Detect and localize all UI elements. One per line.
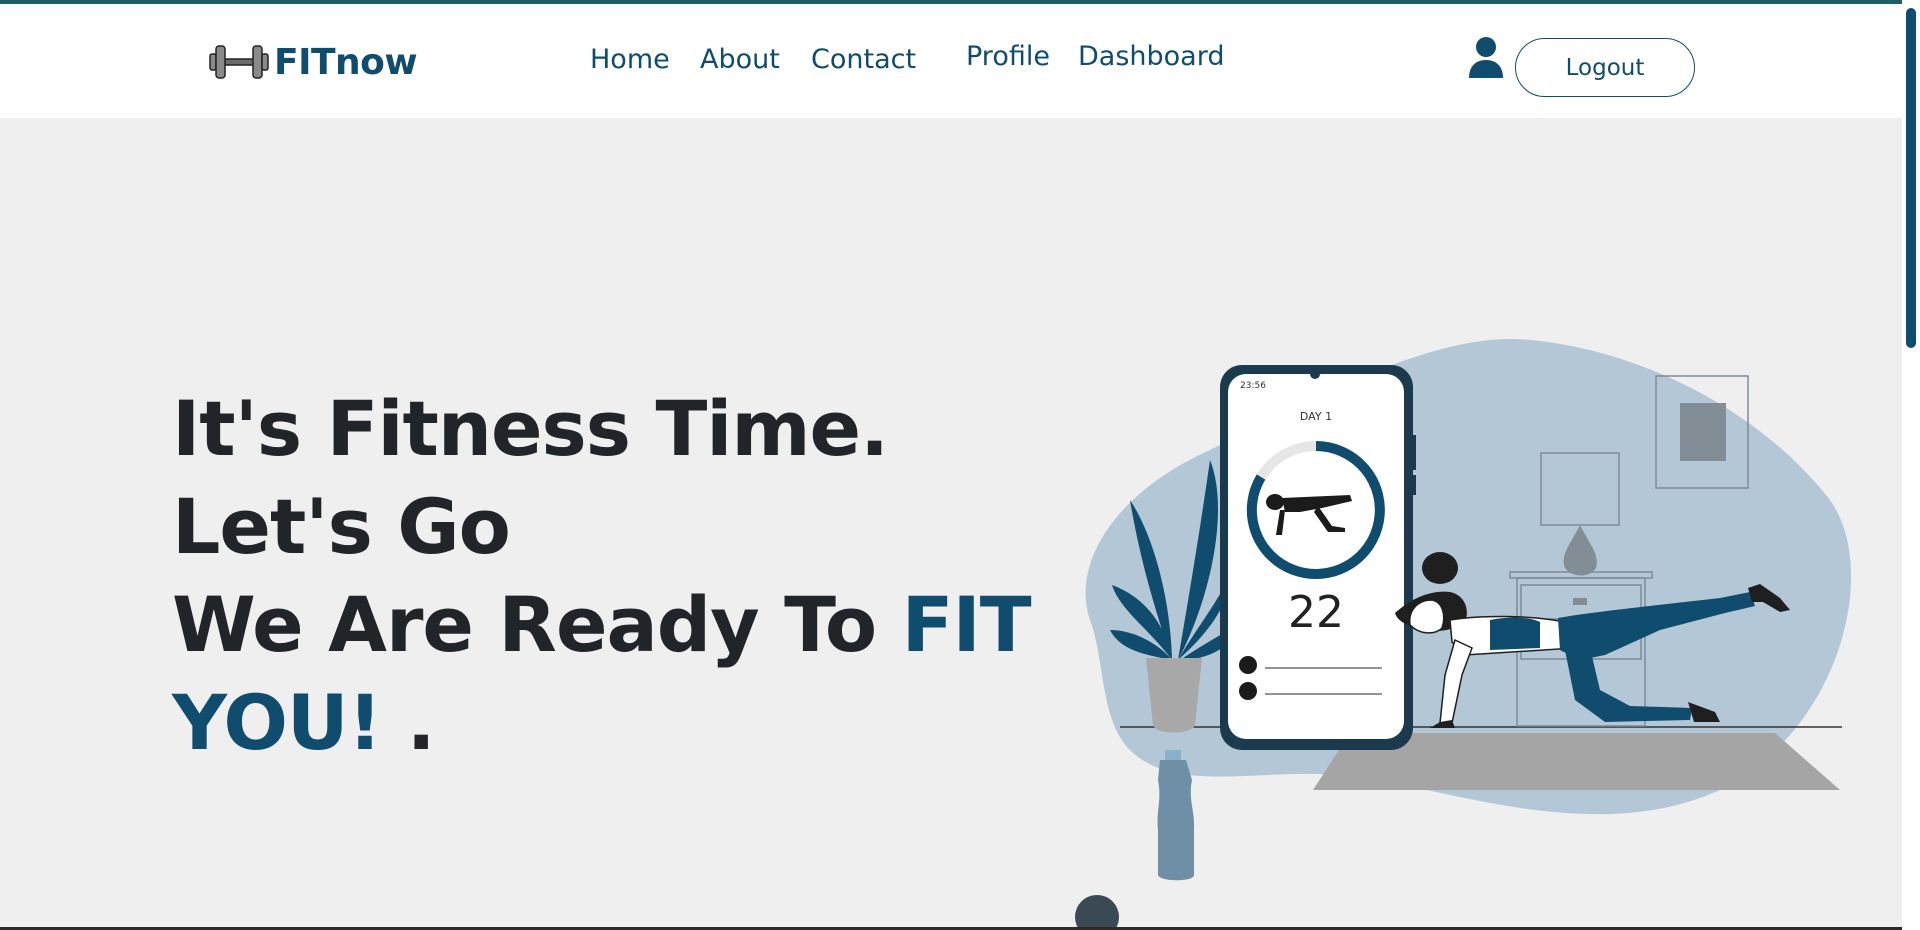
hero-line-4-suffix: . bbox=[381, 678, 436, 767]
hero-line-2: Let's Go bbox=[172, 482, 511, 571]
wall-frame-art bbox=[1680, 403, 1726, 461]
hero-line-1: It's Fitness Time. bbox=[172, 384, 889, 473]
plant-pot bbox=[1146, 658, 1202, 733]
hero-line-4: YOU! . bbox=[172, 674, 1031, 772]
phone-time: 23:56 bbox=[1240, 381, 1266, 391]
dumbbell-icon bbox=[208, 40, 270, 84]
nav-link-home[interactable]: Home bbox=[590, 44, 670, 75]
nav-link-profile[interactable]: Profile bbox=[966, 41, 1050, 72]
nav-link-dashboard[interactable]: Dashboard bbox=[1078, 41, 1224, 72]
hero-accent-fit: FIT bbox=[901, 580, 1032, 669]
phone-counter: 22 bbox=[1288, 587, 1344, 638]
hero-line-3: We Are Ready To FIT bbox=[172, 576, 1032, 674]
scrollbar-thumb[interactable] bbox=[1906, 8, 1916, 348]
hero-heading: It's Fitness Time. Let's Go We Are Ready… bbox=[172, 380, 1032, 772]
brand-logo[interactable]: FITnow bbox=[208, 40, 418, 84]
fitness-illustration: 23:56 DAY 1 22 bbox=[1060, 330, 1860, 930]
user-icon[interactable] bbox=[1467, 36, 1505, 80]
drawer-handle bbox=[1573, 598, 1587, 605]
nav-link-about[interactable]: About bbox=[700, 44, 780, 75]
phone-screen bbox=[1228, 374, 1404, 739]
logout-button[interactable]: Logout bbox=[1515, 38, 1695, 97]
brand-name: FITnow bbox=[274, 41, 418, 83]
water-bottle bbox=[1157, 750, 1195, 881]
phone-camera bbox=[1310, 369, 1320, 379]
nav-link-contact[interactable]: Contact bbox=[811, 44, 916, 75]
floor-dumbbell bbox=[1075, 895, 1119, 930]
hero-line-3-prefix: We Are Ready To bbox=[172, 580, 902, 669]
hero-accent-you: YOU! bbox=[172, 678, 382, 767]
phone-day: DAY 1 bbox=[1300, 410, 1332, 423]
navbar: FITnow Home About Contact Profile Dashbo… bbox=[0, 4, 1920, 118]
